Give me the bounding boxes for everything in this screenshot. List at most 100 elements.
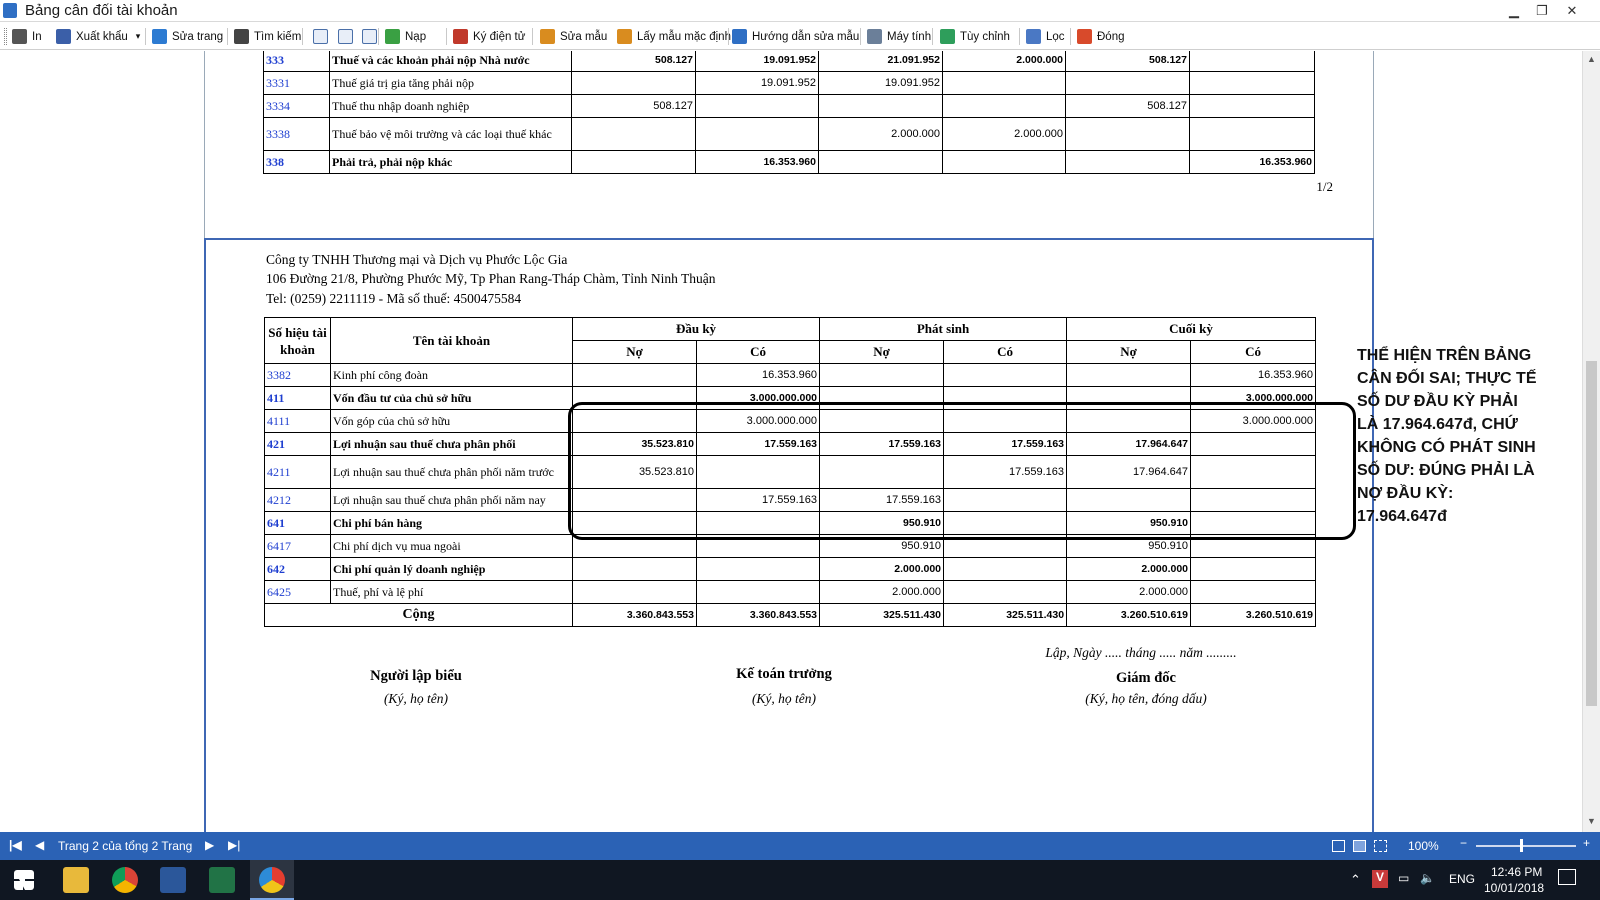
last-page-icon[interactable]: ▶| [228,838,240,852]
toolbar-button-9[interactable]: Máy tính [867,26,931,47]
account-code-link[interactable]: 3382 [264,363,331,387]
word-icon[interactable] [160,867,186,893]
amount-cell [819,455,945,489]
network-icon[interactable]: ▭ [1398,871,1409,885]
help-icon [732,29,747,44]
account-code-link[interactable]: 641 [264,511,331,535]
amount-cell [572,363,697,387]
zoom-slider-knob[interactable] [1520,839,1523,852]
toolbar-button-5[interactable]: Ký điện tử [453,26,525,47]
view-toggle-button-0[interactable] [313,26,333,47]
toolbar-separator [860,28,861,45]
amount-cell: 3.000.000.000 [1190,409,1317,433]
account-code-link[interactable]: 4212 [264,488,331,512]
toolbar-button-10[interactable]: Tùy chỉnh [940,26,1010,47]
header-account-code: Số hiệu tài khoản [264,317,331,364]
single-page-view-icon[interactable] [1332,840,1345,852]
default-template-icon [617,29,632,44]
antivirus-icon[interactable]: V [1372,870,1388,888]
amount-cell [572,511,697,535]
account-code-link[interactable]: 338 [263,150,330,174]
vertical-scrollbar[interactable]: ▲ ▼ [1582,51,1600,832]
excel-icon[interactable] [209,867,235,893]
view-toggle-button-1[interactable] [338,26,358,47]
account-name: Thuế bảo vệ môi trường và các loại thuế … [329,117,572,151]
toolbar-button-8[interactable]: Hướng dẫn sửa mẫu [732,26,859,47]
amount-cell: 2.000.000 [942,117,1066,151]
amount-cell [1189,51,1315,72]
amount-cell: 3.000.000.000 [695,386,821,410]
toolbar-button-label: Ký điện tử [473,30,526,43]
account-code-link[interactable]: 3338 [263,117,330,151]
account-code-link[interactable]: 333 [263,51,330,72]
toolbar-button-4[interactable]: Nạp [385,26,426,47]
scroll-down-icon[interactable]: ▼ [1583,813,1600,830]
account-code-link[interactable]: 421 [264,432,331,456]
amount-cell: 17.559.163 [695,432,821,456]
zoom-slider[interactable] [1476,845,1576,847]
previous-page-icon[interactable]: ◀ [35,838,44,852]
toolbar-button-7[interactable]: Lấy mẫu mặc định [617,26,731,47]
header-account-name: Tên tài khoản [330,317,573,364]
minimize-button[interactable]: ▁ [1502,1,1526,21]
amount-cell [818,150,943,174]
toolbar-button-label: Tùy chỉnh [960,30,1010,43]
close-button[interactable]: ✕ [1560,1,1584,21]
signature-director-note: (Ký, họ tên, đóng dấu) [1085,691,1207,706]
language-indicator[interactable]: ENG [1449,872,1475,886]
zoom-in-icon[interactable]: + [1583,836,1590,850]
multi-page-view-icon[interactable] [1374,840,1387,852]
toolbar-button-2[interactable]: Sửa trang [152,26,223,47]
accounting-app-icon[interactable] [259,867,285,893]
account-code-link[interactable]: 642 [264,557,331,581]
amount-cell [1066,409,1192,433]
view-toggle-button-2[interactable] [362,26,382,47]
toolbar-button-6[interactable]: Sửa mẫu [540,26,607,47]
chevron-up-icon[interactable]: ⌃ [1350,872,1361,888]
toolbar-button-3[interactable]: Tìm kiếm [234,26,301,47]
toolbar-button-11[interactable]: Lọc [1026,26,1065,47]
amount-cell [943,386,1068,410]
account-code-link[interactable]: 6425 [264,580,331,604]
zoom-out-icon[interactable]: − [1460,836,1467,850]
windows-start-icon[interactable] [14,870,34,890]
account-code-link[interactable]: 4211 [264,455,331,489]
amount-cell: 16.353.960 [695,363,821,387]
next-page-icon[interactable]: ▶ [205,838,214,852]
clock-date[interactable]: 10/01/2018 [1484,881,1544,895]
notifications-icon[interactable] [1558,869,1576,885]
amount-cell [695,557,821,581]
first-page-icon[interactable]: |◀ [9,838,22,852]
ledger-table-page-1: 333 Thuế và các khoản phải nộp Nhà nước 50… [263,51,1315,174]
account-code-link[interactable]: 411 [264,386,331,410]
printer-icon [12,29,27,44]
amount-cell [1189,117,1315,151]
amount-cell [819,363,945,387]
amount-cell: 2.000.000 [818,117,943,151]
header-closing: Cuối kỳ [1066,317,1317,341]
table-row: 338 Phải trả, phải nộp khác 16.353.960 16.3… [263,150,1315,174]
scroll-up-icon[interactable]: ▲ [1583,51,1600,68]
restore-button[interactable]: ❐ [1530,1,1554,21]
account-code-link[interactable]: 3334 [263,94,330,118]
continuous-view-icon[interactable] [1353,840,1366,852]
account-code-link[interactable]: 4111 [264,409,331,433]
dropdown-arrow-icon[interactable]: ▾ [136,31,141,42]
file-explorer-icon[interactable] [63,867,89,893]
toolbar-grip [4,28,7,45]
toolbar-button-12[interactable]: Đóng [1077,26,1125,47]
volume-icon[interactable]: 🔈 [1420,871,1435,885]
toolbar-button-1[interactable]: Xuất khẩu ▾ [56,26,140,47]
table-row: 4211 Lợi nhuận sau thuế chưa phân phối nă… [264,455,1317,489]
table-row: 4212 Lợi nhuận sau thuế chưa phân phối nă… [264,488,1317,512]
clock-time[interactable]: 12:46 PM [1491,865,1542,879]
filter-icon [1026,29,1041,44]
header-closing-debit: Nợ [1066,340,1192,364]
account-code-link[interactable]: 6417 [264,534,331,558]
chrome-icon[interactable] [112,867,138,893]
scroll-thumb[interactable] [1586,361,1597,706]
toolbar-button-0[interactable]: In [12,26,42,47]
amount-cell [943,363,1068,387]
amount-cell [818,94,943,118]
account-code-link[interactable]: 3331 [263,71,330,95]
